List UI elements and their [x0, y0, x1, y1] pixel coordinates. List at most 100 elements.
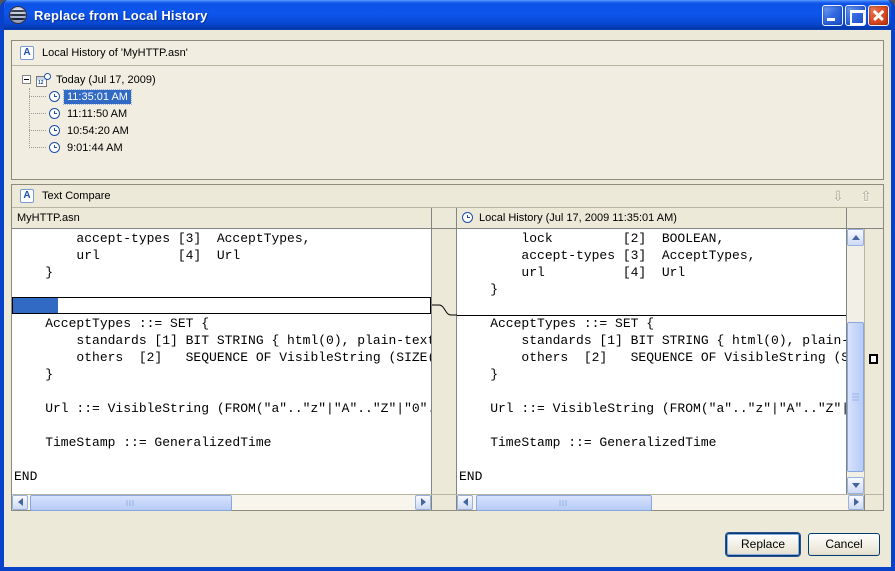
code-line: } [14, 366, 431, 383]
code-line: } [459, 281, 846, 298]
right-horizontal-scrollbar[interactable] [457, 495, 865, 510]
code-line [459, 298, 846, 315]
horizontal-scrollbar-row [12, 494, 883, 510]
left-horizontal-scrollbar[interactable] [12, 495, 432, 510]
asn-file-icon: A [20, 46, 34, 60]
clock-icon [49, 91, 60, 102]
maximize-button[interactable] [845, 5, 866, 26]
left-pane-header: MyHTTP.asn [12, 208, 432, 227]
gutter-header [432, 208, 457, 227]
code-line: lock [2] BOOLEAN, [459, 230, 846, 247]
minimize-button[interactable] [822, 5, 843, 26]
diff-nav-toolbar: ⇩ ⇧ [827, 186, 877, 206]
down-arrow-icon: ⇩ [832, 188, 844, 205]
left-horizontal-scroll-thumb[interactable] [30, 495, 232, 511]
code-line [459, 451, 846, 468]
history-version-item[interactable]: 9:01:44 AM [12, 139, 883, 156]
scrollbar-corner [865, 495, 883, 510]
scroll-left-button[interactable] [12, 495, 28, 510]
cancel-button[interactable]: Cancel [808, 533, 880, 556]
diff-selected-fill [13, 298, 58, 313]
code-line: END [459, 468, 846, 485]
scroll-left-button[interactable] [457, 495, 473, 510]
history-tree-root[interactable]: Today (Jul 17, 2009) [12, 71, 883, 88]
code-line: TimeStamp ::= GeneralizedTime [459, 434, 846, 451]
code-line: TimeStamp ::= GeneralizedTime [14, 434, 431, 451]
tree-children: 11:35:01 AM11:11:50 AM 10:54:20 AM 9:01:44… [12, 88, 883, 156]
code-line [14, 281, 431, 298]
diff-overview-marker[interactable] [869, 354, 878, 364]
scrollbar-gutter-gap [432, 495, 457, 510]
code-line: AcceptTypes ::= SET { [14, 315, 431, 332]
history-version-label: 9:01:44 AM [64, 141, 126, 155]
history-tree[interactable]: Today (Jul 17, 2009) 11:35:01 AM11:11:50… [12, 66, 883, 156]
clock-icon [49, 125, 60, 136]
right-arrow-icon [854, 498, 859, 506]
diff-insert-line [457, 315, 846, 316]
history-version-label: 10:54:20 AM [64, 124, 132, 138]
compare-pane-headers: MyHTTP.asn Local History (Jul 17, 2009 1… [12, 208, 883, 228]
local-history-panel-title: Local History of 'MyHTTP.asn' [42, 47, 188, 59]
diff-change-box[interactable] [12, 297, 431, 314]
right-code-pane[interactable]: lock [2] BOOLEAN, accept-types [3] Accep… [457, 229, 847, 494]
window-title: Replace from Local History [34, 8, 820, 23]
history-version-label: 11:35:01 AM [64, 90, 131, 104]
previous-difference-button[interactable]: ⇧ [855, 186, 877, 206]
code-line: standards [1] BIT STRING { html(0), plai… [14, 332, 431, 349]
right-horizontal-scroll-thumb[interactable] [476, 495, 652, 511]
code-line: } [14, 264, 431, 281]
code-line: AcceptTypes ::= SET { [459, 315, 846, 332]
scroll-right-button[interactable] [848, 495, 864, 510]
text-compare-panel: A Text Compare ⇩ ⇧ MyHTTP.asn [11, 184, 884, 511]
text-compare-header: A Text Compare ⇩ ⇧ [12, 185, 883, 208]
diff-connector-line [432, 229, 457, 494]
code-line: } [459, 366, 846, 383]
collapse-expander-icon[interactable] [22, 75, 31, 84]
code-line: Url ::= VisibleString (FROM("a".."z"|"A"… [459, 400, 846, 417]
calendar-clock-icon [36, 73, 51, 87]
right-pane-title: Local History (Jul 17, 2009 11:35:01 AM) [479, 212, 677, 224]
diff-connector-gutter [432, 229, 457, 494]
left-arrow-icon [463, 498, 468, 506]
local-history-panel: A Local History of 'MyHTTP.asn' Today (J… [11, 40, 884, 180]
vertical-scroll-thumb[interactable] [847, 322, 864, 472]
code-line [14, 383, 431, 400]
vertical-scrollbar[interactable] [847, 229, 865, 494]
compare-body: accept-types [3] AcceptTypes, url [4] Ur… [12, 229, 883, 494]
code-line [459, 383, 846, 400]
history-version-item[interactable]: 11:35:01 AM [12, 88, 883, 105]
dialog-content: A Local History of 'MyHTTP.asn' Today (J… [4, 30, 891, 567]
left-pane-title: MyHTTP.asn [17, 212, 80, 224]
scroll-down-button[interactable] [847, 477, 864, 494]
code-line: url [4] Url [14, 247, 431, 264]
scroll-up-button[interactable] [847, 229, 864, 246]
left-code-pane[interactable]: accept-types [3] AcceptTypes, url [4] Ur… [12, 229, 432, 494]
clock-icon [49, 142, 60, 153]
up-arrow-icon [852, 235, 860, 240]
local-history-panel-header: A Local History of 'MyHTTP.asn' [12, 41, 883, 66]
code-line: END [14, 468, 431, 485]
history-date-label: Today (Jul 17, 2009) [56, 74, 156, 86]
next-difference-button[interactable]: ⇩ [827, 186, 849, 206]
code-line: accept-types [3] AcceptTypes, [459, 247, 846, 264]
title-bar[interactable]: Replace from Local History [0, 0, 895, 30]
code-line: Url ::= VisibleString (FROM("a".."z"|"A"… [14, 400, 431, 417]
left-arrow-icon [18, 498, 23, 506]
replace-button[interactable]: Replace [726, 533, 800, 556]
right-arrow-icon [421, 498, 426, 506]
header-corner [847, 208, 883, 227]
eclipse-app-icon [10, 7, 26, 23]
diff-overview-ruler[interactable] [865, 229, 883, 494]
close-button[interactable] [868, 5, 889, 26]
text-compare-title: Text Compare [42, 190, 110, 202]
code-line: others [2] SEQUENCE OF VisibleString (SI… [459, 349, 846, 366]
right-pane-header: Local History (Jul 17, 2009 11:35:01 AM) [457, 208, 847, 227]
code-line: others [2] SEQUENCE OF VisibleString (SI… [14, 349, 431, 366]
down-arrow-icon [852, 483, 860, 488]
history-version-item[interactable]: 11:11:50 AM [12, 105, 883, 122]
asn-file-icon: A [20, 189, 34, 203]
dialog-window: Replace from Local History A Local Histo… [0, 0, 895, 571]
clock-icon [49, 108, 60, 119]
scroll-right-button[interactable] [415, 495, 431, 510]
history-version-item[interactable]: 10:54:20 AM [12, 122, 883, 139]
